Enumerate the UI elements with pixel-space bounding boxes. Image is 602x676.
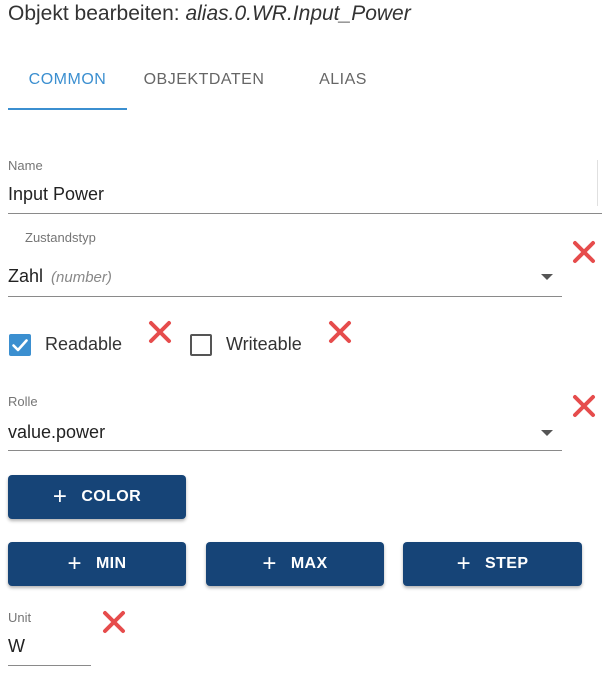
active-tab-indicator xyxy=(8,108,127,110)
dialog-title: Objekt bearbeiten: alias.0.WR.Input_Powe… xyxy=(8,2,411,26)
role-underline xyxy=(8,450,562,451)
right-edge-divider xyxy=(597,160,598,206)
add-max-button[interactable]: + MAX xyxy=(206,542,384,586)
type-select[interactable]: Zahl (number) xyxy=(8,266,112,287)
type-hint: (number) xyxy=(51,269,112,286)
role-dropdown-arrow-icon[interactable] xyxy=(541,430,553,436)
remove-writeable-icon[interactable] xyxy=(328,320,352,344)
tab-alias[interactable]: ALIAS xyxy=(298,52,388,108)
name-label: Name xyxy=(8,158,43,173)
tab-bar: COMMON OBJEKTDATEN ALIAS xyxy=(8,52,408,110)
tab-objektdaten[interactable]: OBJEKTDATEN xyxy=(134,52,274,108)
writeable-checkbox[interactable] xyxy=(190,334,212,356)
type-underline xyxy=(8,296,562,297)
add-max-label: MAX xyxy=(290,555,328,572)
role-select[interactable]: value.power xyxy=(8,422,105,443)
unit-input[interactable]: W xyxy=(8,636,25,657)
add-min-label: MIN xyxy=(95,555,127,572)
add-color-label: COLOR xyxy=(81,488,142,505)
remove-role-icon[interactable] xyxy=(572,394,596,418)
type-value: Zahl xyxy=(8,266,44,286)
add-color-button[interactable]: + COLOR xyxy=(8,475,186,519)
tab-common[interactable]: COMMON xyxy=(8,52,127,108)
name-input[interactable]: Input Power xyxy=(8,184,104,205)
add-step-label: STEP xyxy=(485,555,529,572)
unit-underline xyxy=(8,665,91,666)
readable-label[interactable]: Readable xyxy=(45,334,122,355)
object-id: alias.0.WR.Input_Power xyxy=(185,2,411,25)
remove-readable-icon[interactable] xyxy=(148,320,172,344)
add-min-button[interactable]: + MIN xyxy=(8,542,186,586)
unit-label: Unit xyxy=(8,610,32,625)
add-step-button[interactable]: + STEP xyxy=(403,542,582,586)
plus-icon: + xyxy=(52,483,68,510)
writeable-label[interactable]: Writeable xyxy=(226,334,302,355)
type-dropdown-arrow-icon[interactable] xyxy=(541,274,553,280)
name-underline xyxy=(8,213,602,214)
plus-icon: + xyxy=(262,550,277,577)
plus-icon: + xyxy=(67,550,82,577)
remove-unit-icon[interactable] xyxy=(102,610,126,634)
readable-checkbox[interactable] xyxy=(9,334,31,356)
plus-icon: + xyxy=(456,550,472,577)
dialog-title-prefix: Objekt bearbeiten: xyxy=(8,2,180,25)
type-label: Zustandstyp xyxy=(25,230,96,245)
remove-type-icon[interactable] xyxy=(572,240,596,264)
role-label: Rolle xyxy=(8,394,38,409)
checkmark-icon xyxy=(12,339,28,352)
